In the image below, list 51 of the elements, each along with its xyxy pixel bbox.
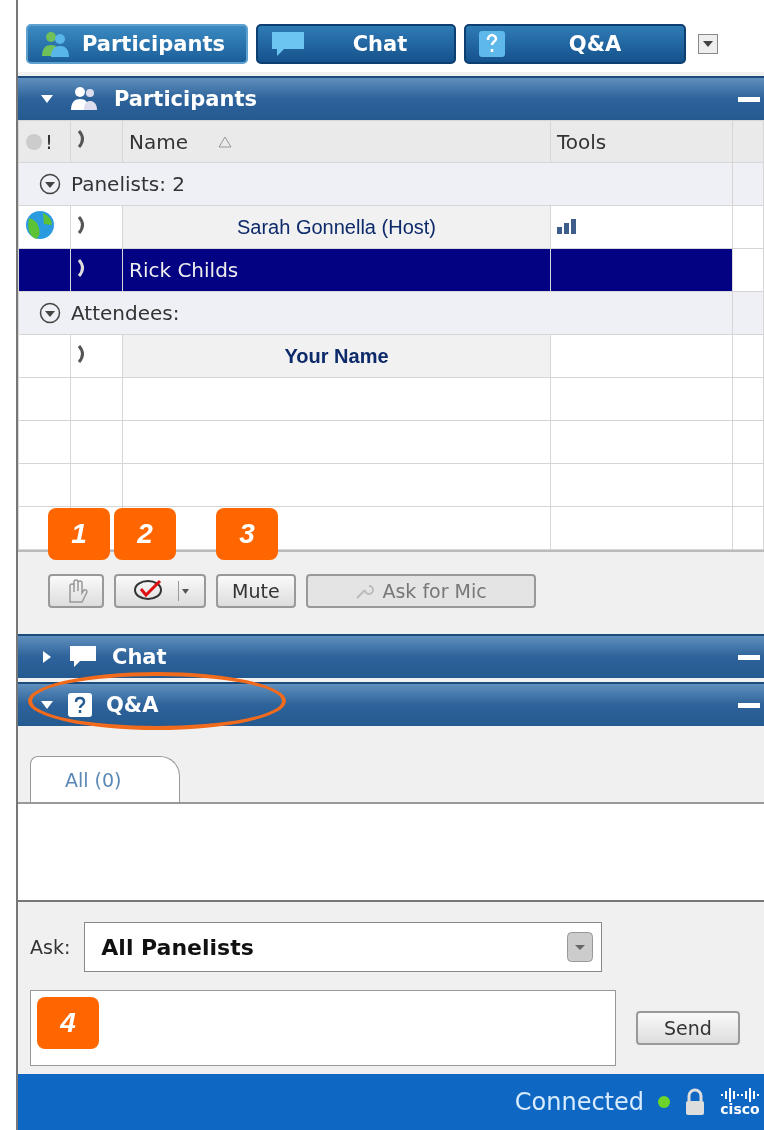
signal-bars-icon [557,218,579,234]
panel-header[interactable]: Q&A [18,682,764,726]
participant-name[interactable]: Your Name [122,334,551,378]
phone-icon [77,214,87,235]
question-icon [478,30,506,58]
status-dot-icon [658,1096,670,1108]
people-icon [68,86,100,112]
speech-bubble-icon [68,644,98,670]
speech-bubble-icon [270,30,306,58]
mute-button[interactable]: Mute [216,574,296,608]
panel-header[interactable]: Participants [18,76,764,120]
status-column-icon [25,132,43,151]
column-header[interactable]: Name [129,129,188,154]
recipient-dropdown[interactable]: All Panelists [84,922,603,972]
panel-header[interactable]: Chat [18,634,764,678]
feedback-button[interactable] [114,574,206,608]
collapse-icon[interactable] [39,302,61,324]
participant-name[interactable]: Rick Childs [122,248,551,292]
dropdown-icon[interactable] [698,34,718,54]
column-header[interactable]: Tools [550,120,733,163]
phone-icon [77,343,87,364]
ask-label: Ask: [30,936,71,958]
minimize-icon[interactable] [738,702,760,708]
question-icon [68,693,92,717]
raise-hand-button[interactable] [48,574,104,608]
panel-title: Participants [114,87,258,111]
participant-name[interactable]: Sarah Gonnella (Host) [122,205,551,249]
collapse-icon[interactable] [39,173,61,195]
minimize-icon[interactable] [738,654,760,660]
panel-tab[interactable]: Chat [256,24,456,64]
panel-tab[interactable]: Q&A [464,24,686,64]
panel-tab[interactable]: Participants [26,24,248,64]
phone-icon [77,129,87,149]
connection-status: Connected [514,1088,644,1116]
group-label: Panelists: 2 [71,172,185,196]
phone-icon [77,257,87,278]
callout-number: 2 [114,508,176,560]
callout-number: 1 [48,508,110,560]
minimize-icon[interactable] [738,96,760,102]
people-icon [40,30,70,58]
filter-tab[interactable]: All (0) [30,756,180,802]
panel-title: Chat [112,645,168,669]
group-label: Attendees: [71,301,180,325]
callout-number: 3 [216,508,278,560]
logo: cisco [720,1088,760,1116]
send-button[interactable]: Send [636,1011,740,1045]
caret-icon [178,581,190,601]
callout-number: 4 [37,997,99,1049]
panel-title: Q&A [106,693,160,717]
column-header: ! [45,129,54,154]
lock-icon [684,1088,706,1116]
